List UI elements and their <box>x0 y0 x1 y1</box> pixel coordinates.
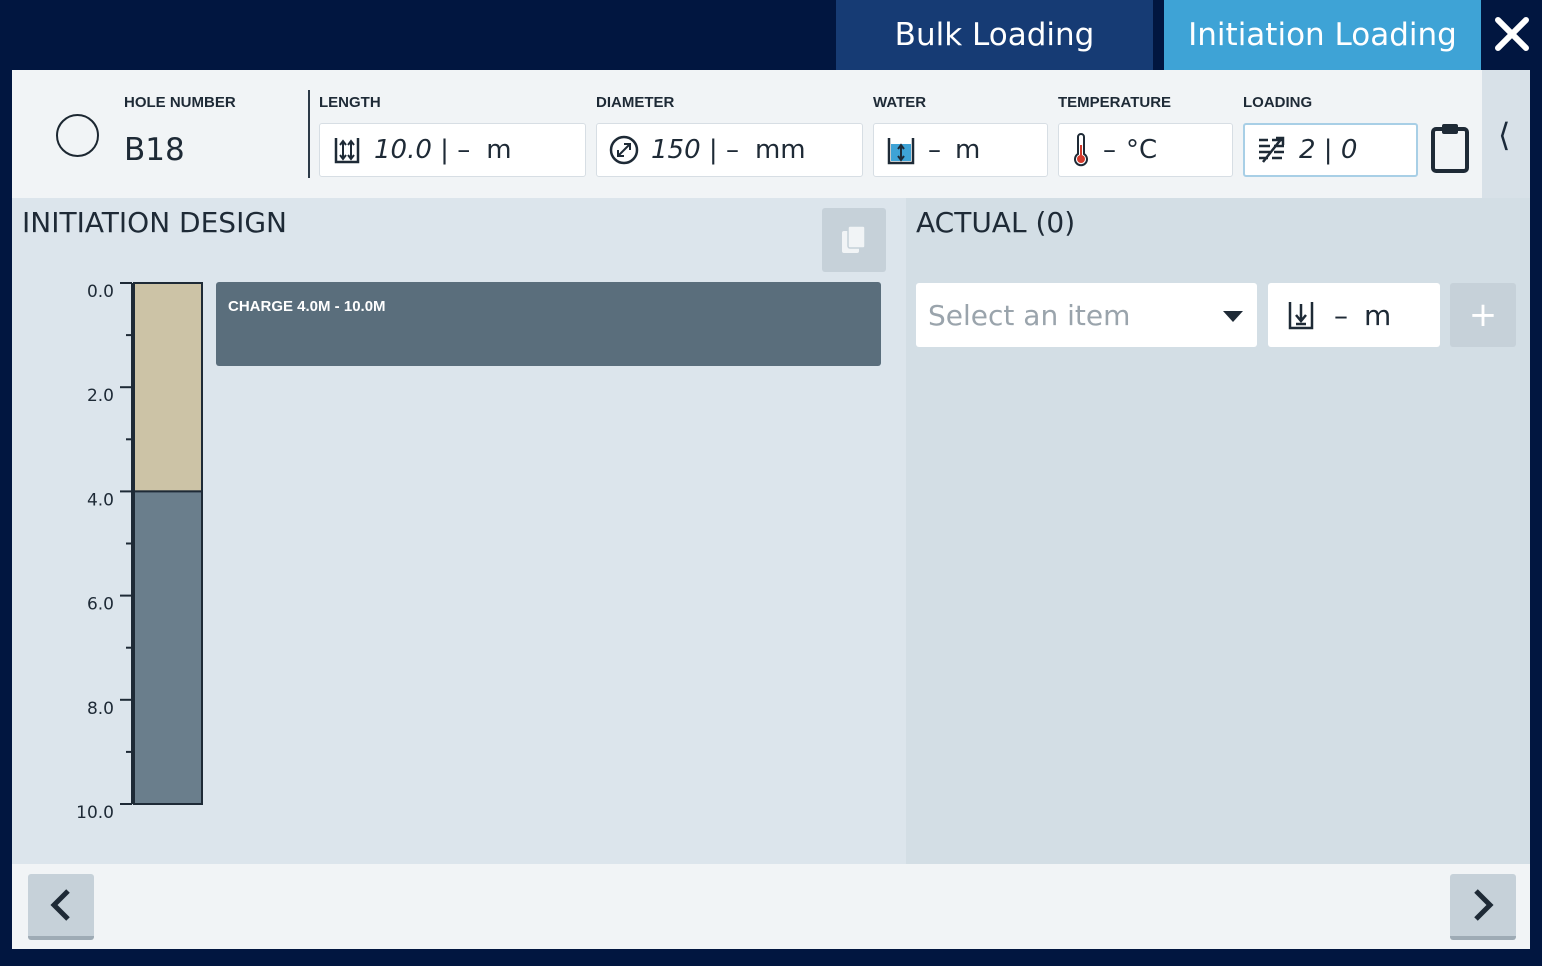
depth-tick-label: 0.0 <box>87 282 114 302</box>
actual-section: ACTUAL (0) Select an item – m + <box>906 198 1530 864</box>
temperature-field[interactable]: – °C <box>1058 123 1233 177</box>
chevron-left-icon <box>50 889 70 921</box>
hole-header: HOLE NUMBER B18 LENGTH 10.0 | – m DIAMET… <box>12 70 1482 198</box>
depth-segment-stemming <box>133 282 203 493</box>
length-actual-value: – <box>457 135 471 165</box>
clipboard-icon <box>1431 124 1469 173</box>
diameter-unit: mm <box>754 135 806 165</box>
thermometer-icon <box>1059 133 1103 167</box>
close-icon <box>1495 17 1529 51</box>
next-hole-button[interactable] <box>1450 874 1516 940</box>
actual-length-value: – <box>1334 298 1348 332</box>
collapse-chevron-icon[interactable]: ⟨ <box>1498 116 1510 154</box>
depth-tick-label: 4.0 <box>87 490 114 510</box>
footer-nav <box>12 864 1530 949</box>
water-label: WATER <box>873 94 927 111</box>
loading-field[interactable]: 2 | 0 <box>1243 123 1418 177</box>
depth-tick-label: 6.0 <box>87 595 114 615</box>
item-select[interactable]: Select an item <box>916 283 1257 347</box>
copy-icon <box>842 225 866 253</box>
length-unit: m <box>486 135 512 165</box>
water-icon <box>874 134 928 166</box>
length-field[interactable]: 10.0 | – m <box>319 123 586 177</box>
diameter-actual-value: – <box>725 135 739 165</box>
tab-initiation-loading[interactable]: Initiation Loading <box>1164 0 1481 70</box>
chevron-right-icon <box>1474 889 1494 921</box>
chevron-down-icon <box>1223 311 1243 322</box>
depth-chart: 0.0 2.0 4.0 6.0 8.0 10.0 <box>76 282 203 823</box>
hole-number-label: HOLE NUMBER <box>124 94 236 111</box>
initiation-design-section: INITIATION DESIGN 0.0 2.0 4.0 6.0 8.0 10.0 CH… <box>12 198 906 864</box>
water-value: – <box>928 135 941 165</box>
hole-number-value: B18 <box>124 132 185 168</box>
header-divider <box>308 90 310 178</box>
water-field[interactable]: – m <box>873 123 1048 177</box>
actual-length-field[interactable]: – m <box>1268 283 1440 347</box>
depth-tick-label: 2.0 <box>87 386 114 406</box>
actual-length-unit: m <box>1364 298 1392 332</box>
temperature-unit: °C <box>1126 135 1158 165</box>
depth-tick-label: 8.0 <box>87 699 114 719</box>
initiation-design-title: INITIATION DESIGN <box>22 206 287 239</box>
length-label: LENGTH <box>319 94 381 111</box>
previous-hole-button[interactable] <box>28 874 94 940</box>
loading-icon <box>1245 134 1299 166</box>
water-unit: m <box>955 135 981 165</box>
loading-value: 2 | 0 <box>1299 135 1358 165</box>
depth-segment-charge <box>133 490 203 805</box>
length-icon <box>320 134 374 166</box>
main-panel: HOLE NUMBER B18 LENGTH 10.0 | – m DIAMET… <box>12 70 1530 949</box>
diameter-design-value: 150 <box>651 135 701 165</box>
depth-icon <box>1268 298 1334 332</box>
item-select-placeholder: Select an item <box>928 298 1131 332</box>
length-separator: | <box>431 135 458 165</box>
temperature-value: – <box>1103 135 1116 165</box>
charge-bar[interactable]: CHARGE 4.0M - 10.0M <box>216 282 881 366</box>
diameter-field[interactable]: 150 | – mm <box>596 123 863 177</box>
close-button[interactable] <box>1492 14 1532 54</box>
add-item-button[interactable]: + <box>1450 283 1516 347</box>
diameter-icon <box>597 134 651 166</box>
diameter-separator: | <box>700 135 726 165</box>
diameter-label: DIAMETER <box>596 94 675 111</box>
loading-label: LOADING <box>1243 94 1313 111</box>
depth-tick-label: 10.0 <box>76 803 114 823</box>
length-design-value: 10.0 <box>374 135 432 165</box>
hole-status-indicator[interactable] <box>56 114 99 157</box>
copy-design-button[interactable] <box>822 208 886 272</box>
temperature-label: TEMPERATURE <box>1058 94 1172 111</box>
clipboard-button[interactable] <box>1430 122 1470 174</box>
tab-bulk-loading[interactable]: Bulk Loading <box>836 0 1153 70</box>
actual-title: ACTUAL (0) <box>916 206 1076 239</box>
